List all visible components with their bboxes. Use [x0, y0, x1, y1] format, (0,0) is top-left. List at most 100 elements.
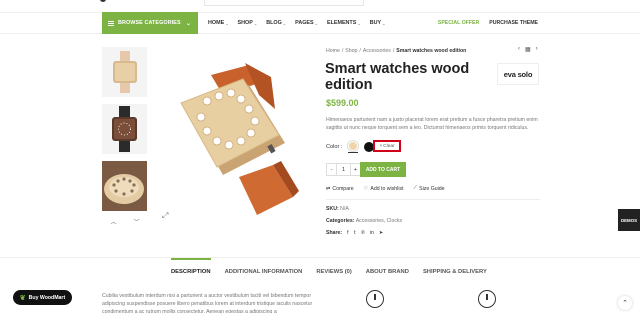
- brand-logo[interactable]: eva solo: [497, 63, 539, 85]
- swatch-wood[interactable]: [348, 141, 359, 153]
- tab-shipping-delivery[interactable]: SHIPPING & DELIVERY: [423, 258, 487, 286]
- caret-down-icon: ⌄: [282, 20, 287, 26]
- tab-description[interactable]: DESCRIPTION: [171, 258, 211, 286]
- next-product-icon[interactable]: ›: [536, 46, 538, 53]
- sku-value: N/A: [340, 206, 349, 212]
- clear-selection-button[interactable]: × Clear: [373, 140, 401, 152]
- caret-down-icon: ⌄: [314, 20, 318, 26]
- timer-icon: [478, 290, 496, 308]
- buy-woodmart-button[interactable]: ❦ Buy WoodMart: [13, 290, 72, 305]
- gallery-thumb-1[interactable]: [102, 47, 147, 97]
- nav-item-home[interactable]: HOME ⌄: [208, 20, 229, 26]
- color-label: Color :: [326, 144, 343, 150]
- color-selector: Color :: [326, 141, 375, 153]
- zoom-icon[interactable]: ⤢: [162, 211, 168, 221]
- telegram-icon[interactable]: ➤: [379, 230, 383, 236]
- buy-woodmart-label: Buy WoodMart: [28, 294, 66, 301]
- qty-input[interactable]: 1: [337, 163, 350, 176]
- top-header: [0, 0, 640, 8]
- clock-icon: [366, 290, 384, 308]
- qty-minus-button[interactable]: -: [326, 163, 337, 176]
- quantity-stepper: - 1 +: [326, 163, 361, 176]
- product-sku: SKU: N/A: [326, 206, 349, 212]
- search-box[interactable]: [204, 0, 364, 6]
- product-navigation: ‹ ▦ ›: [518, 46, 538, 53]
- breadcrumb-accessories[interactable]: Accessories: [363, 48, 391, 54]
- breadcrumb-separator: /: [341, 48, 344, 54]
- facebook-icon[interactable]: f: [347, 230, 348, 236]
- breadcrumb-current: Smart watches wood edition: [396, 48, 467, 54]
- pinterest-icon[interactable]: ℗: [361, 230, 365, 236]
- caret-down-icon: ⌄: [225, 20, 229, 26]
- swatch-selected-indicator: [348, 152, 359, 153]
- caret-down-icon: ⌄: [382, 20, 386, 26]
- size-guide-link[interactable]: ⟋ Size Guide: [414, 185, 445, 192]
- nav-item-pages[interactable]: PAGES ⌄: [295, 20, 318, 26]
- tab-additional-information[interactable]: ADDITIONAL INFORMATION: [225, 258, 303, 286]
- product-tabs: DESCRIPTION ADDITIONAL INFORMATION REVIE…: [171, 258, 487, 286]
- breadcrumb-separator: /: [359, 48, 361, 54]
- nav-label: SHOP: [237, 20, 253, 26]
- sku-label: SKU:: [326, 206, 339, 212]
- breadcrumb-home[interactable]: Home: [326, 48, 340, 54]
- breadcrumb-separator: /: [392, 48, 395, 54]
- demos-button[interactable]: DEMOS: [618, 209, 640, 231]
- nav-label: ELEMENTS: [326, 20, 357, 26]
- product-categories: Categories: Accessories, Clocks: [326, 218, 402, 224]
- grid-icon[interactable]: ▦: [525, 46, 531, 53]
- share-row: Share: f 𝕥 ℗ in ➤: [326, 230, 383, 236]
- special-offer-link[interactable]: SPECIAL OFFER: [438, 20, 479, 26]
- heart-icon: ♡: [363, 185, 369, 192]
- nav-item-buy[interactable]: BUY ⌄: [370, 20, 386, 26]
- arrow-up-icon[interactable]: ⌃: [618, 296, 632, 310]
- caret-down-icon: ⌄: [357, 20, 361, 26]
- nav-label: BUY: [369, 20, 382, 26]
- compare-icon: ⇄: [326, 185, 331, 192]
- chevron-down-icon[interactable]: ﹀: [133, 217, 139, 226]
- product-main-image[interactable]: [153, 47, 314, 231]
- nav-item-elements[interactable]: ELEMENTS ⌄: [327, 20, 361, 26]
- caret-down-icon: ⌄: [253, 20, 258, 26]
- compare-link[interactable]: ⇄ Compare: [326, 185, 354, 192]
- nav-label: BLOG: [266, 20, 282, 26]
- chevron-down-icon: ⌄: [185, 20, 191, 27]
- chevron-up-icon[interactable]: ︿: [110, 217, 116, 226]
- linkedin-icon[interactable]: in: [370, 230, 374, 236]
- breadcrumb: Home / Shop / Accessories / Smart watches wood…: [326, 48, 466, 54]
- tab-reviews[interactable]: REVIEWS (0): [316, 258, 351, 286]
- gallery-thumb-3[interactable]: [102, 161, 147, 211]
- breadcrumb-shop[interactable]: Shop: [345, 48, 357, 54]
- description-text: Cubilia vestibulum interdum nisi a partu…: [102, 293, 313, 313]
- close-icon: ×: [379, 143, 383, 149]
- divider: [326, 199, 540, 200]
- clear-label: Clear: [383, 143, 395, 149]
- product-price: $599.00: [326, 98, 359, 108]
- product-title: Smart watches wood edition: [325, 61, 470, 93]
- gallery-thumb-2[interactable]: [102, 104, 147, 154]
- nav-label: PAGES: [295, 20, 314, 26]
- nav-item-blog[interactable]: BLOG ⌄: [266, 20, 286, 26]
- swatch-wood-dot: [348, 141, 359, 151]
- nav-label: HOME: [208, 20, 225, 26]
- tab-about-brand[interactable]: ABOUT BRAND: [366, 258, 409, 286]
- wishlist-label: Add to wishlist: [370, 185, 404, 192]
- burger-icon: [108, 20, 114, 26]
- categories-label: Categories:: [326, 218, 355, 224]
- size-guide-label: Size Guide: [419, 185, 445, 192]
- purchase-theme-link[interactable]: PURCHASE THEME: [489, 20, 538, 26]
- product-actions: ⇄ Compare ♡ Add to wishlist ⟋ Size Guide: [326, 185, 445, 192]
- site-logo[interactable]: [100, 0, 106, 2]
- share-label: Share:: [326, 230, 343, 236]
- categories-value[interactable]: Accessories, Clocks: [356, 218, 402, 224]
- browse-categories-button[interactable]: BROWSE CATEGORIES ⌄: [102, 12, 198, 34]
- prev-product-icon[interactable]: ‹: [518, 46, 520, 53]
- ruler-icon: ⟋: [413, 185, 418, 191]
- wishlist-link[interactable]: ♡ Add to wishlist: [364, 185, 404, 192]
- browse-categories-label: BROWSE CATEGORIES: [118, 20, 181, 26]
- add-to-cart-button[interactable]: ADD TO CART: [360, 162, 406, 177]
- product-short-description: Himenaeos parturient nam a justo placera…: [326, 117, 538, 131]
- nav-item-shop[interactable]: SHOP ⌄: [238, 20, 258, 26]
- gallery-thumb-nav: ︿ ﹀: [102, 215, 148, 227]
- twitter-icon[interactable]: 𝕥: [354, 230, 356, 236]
- leaf-icon: ❦: [19, 294, 26, 302]
